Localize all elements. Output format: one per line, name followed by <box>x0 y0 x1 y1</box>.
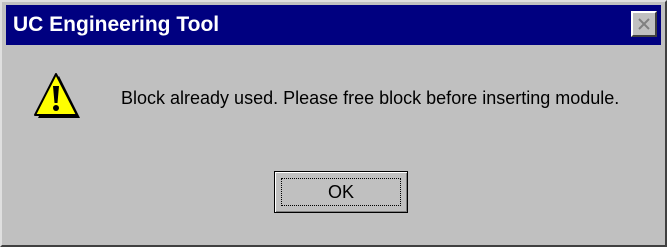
dialog-message: Block already used. Please free block be… <box>121 88 620 108</box>
title-bar[interactable]: UC Engineering Tool <box>6 5 661 45</box>
window-title: UC Engineering Tool <box>13 13 220 36</box>
ok-button-label: OK <box>327 181 354 202</box>
ok-button[interactable]: OK <box>274 171 408 213</box>
close-button[interactable] <box>631 11 657 37</box>
message-dialog: UC Engineering Tool Block already used. … <box>0 0 667 247</box>
warning-icon <box>34 73 80 118</box>
close-icon <box>638 18 650 30</box>
